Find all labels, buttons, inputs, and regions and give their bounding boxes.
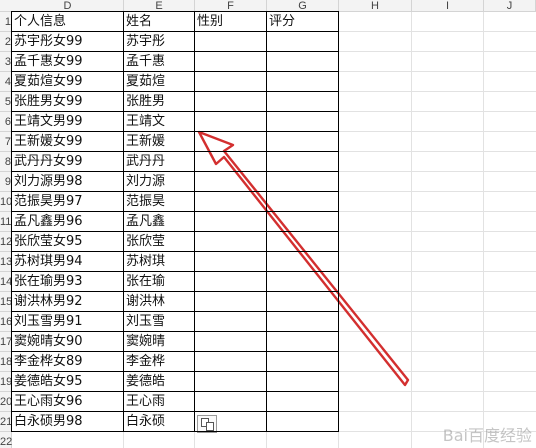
table-border xyxy=(194,11,195,432)
watermark-logo: Bai百度经验 xyxy=(442,426,532,445)
cell-personal-info[interactable]: 孟千惠女99 xyxy=(12,52,123,72)
cell-personal-info[interactable]: 刘玉雪男91 xyxy=(12,312,123,332)
cell-name[interactable]: 王心雨 xyxy=(124,392,194,412)
cell-name[interactable]: 范振昊 xyxy=(124,192,194,212)
cell-personal-info[interactable]: 李金桦女89 xyxy=(12,352,123,372)
cell-name[interactable]: 李金桦 xyxy=(124,352,194,372)
cell-name[interactable]: 孟千惠 xyxy=(124,52,194,72)
cell-name[interactable]: 白永硕 xyxy=(124,412,194,432)
column-header-j[interactable]: J xyxy=(484,0,536,12)
cell-name[interactable]: 张胜男 xyxy=(124,92,194,112)
cell-name[interactable]: 苏宇彤 xyxy=(124,32,194,52)
cell-name[interactable]: 王新媛 xyxy=(124,132,194,152)
cell-personal-info[interactable]: 张胜男女99 xyxy=(12,92,123,112)
cell-personal-info[interactable]: 刘力源男98 xyxy=(12,172,123,192)
cell-personal-info[interactable]: 王靖文男99 xyxy=(12,112,123,132)
header-cell-rating[interactable]: 评分 xyxy=(267,12,338,32)
cell-name[interactable]: 姜德皓 xyxy=(124,372,194,392)
table-border xyxy=(266,11,267,432)
cell-personal-info[interactable]: 范振昊男97 xyxy=(12,192,123,212)
header-cell-gender[interactable]: 性别 xyxy=(195,12,266,32)
cell-name[interactable]: 刘玉雪 xyxy=(124,312,194,332)
cell-name[interactable]: 窦婉晴 xyxy=(124,332,194,352)
grid-line xyxy=(483,12,484,448)
cell-name[interactable]: 谢洪林 xyxy=(124,292,194,312)
column-header-h[interactable]: H xyxy=(339,0,412,12)
cell-name[interactable]: 武丹丹 xyxy=(124,152,194,172)
cell-personal-info[interactable]: 张在瑜男93 xyxy=(12,272,123,292)
cell-personal-info[interactable]: 苏树琪男94 xyxy=(12,252,123,272)
grid-line xyxy=(411,12,412,448)
table-border xyxy=(338,11,339,432)
header-cell-personal-info[interactable]: 个人信息 xyxy=(12,12,123,32)
header-cell-name[interactable]: 姓名 xyxy=(124,12,194,32)
cell-name[interactable]: 张欣莹 xyxy=(124,232,194,252)
cell-personal-info[interactable]: 武丹丹女99 xyxy=(12,152,123,172)
row-header[interactable]: 22 xyxy=(0,432,12,448)
cell-name[interactable]: 王靖文 xyxy=(124,112,194,132)
cell-personal-info[interactable]: 王新媛女99 xyxy=(12,132,123,152)
cell-name[interactable]: 刘力源 xyxy=(124,172,194,192)
cell-personal-info[interactable]: 窦婉晴女90 xyxy=(12,332,123,352)
cell-personal-info[interactable]: 白永硕男98 xyxy=(12,412,123,432)
cell-name[interactable]: 夏茹煊 xyxy=(124,72,194,92)
cell-personal-info[interactable]: 夏茹煊女99 xyxy=(12,72,123,92)
cell-name[interactable]: 苏树琪 xyxy=(124,252,194,272)
cell-personal-info[interactable]: 孟凡鑫男96 xyxy=(12,212,123,232)
column-header-i[interactable]: I xyxy=(412,0,484,12)
spreadsheet: Bai百度经验 D E F G H I J 1 2 3 4 5 6 7 8 9 10 11 12 13 14 15 16 17… xyxy=(0,0,536,448)
cell-personal-info[interactable]: 苏宇彤女99 xyxy=(12,32,123,52)
cell-name[interactable]: 张在瑜 xyxy=(124,272,194,292)
cell-personal-info[interactable]: 姜德皓女95 xyxy=(12,372,123,392)
cell-personal-info[interactable]: 张欣莹女95 xyxy=(12,232,123,252)
cell-personal-info[interactable]: 谢洪林男92 xyxy=(12,292,123,312)
cell-name[interactable]: 孟凡鑫 xyxy=(124,212,194,232)
cell-personal-info[interactable]: 王心雨女96 xyxy=(12,392,123,412)
